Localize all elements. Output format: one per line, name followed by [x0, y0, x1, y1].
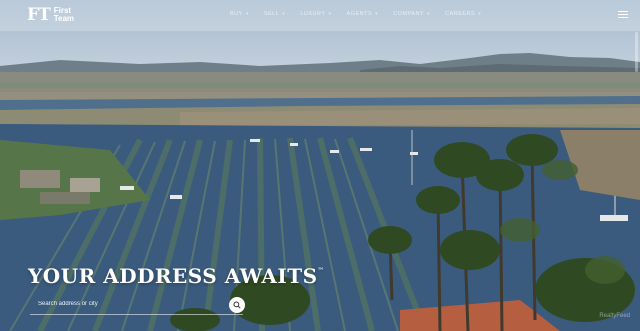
nav-label-agents: AGENTS	[346, 11, 373, 17]
nav-item-agents[interactable]: AGENTS ▾	[347, 11, 379, 17]
search-button[interactable]	[229, 297, 245, 313]
hamburger-line	[618, 17, 628, 18]
hamburger-line	[618, 14, 628, 15]
nav-label-luxury: LUXURY	[300, 11, 326, 17]
nav-label-sell: SELL	[263, 11, 280, 17]
logo-mark: FT	[27, 5, 51, 25]
nav-label-buy: BUY	[230, 11, 243, 17]
logo-wordmark: First Team	[54, 7, 74, 23]
first-team-logo[interactable]: FT First Team	[27, 6, 74, 24]
nav-item-luxury[interactable]: LUXURY ▾	[300, 11, 331, 17]
nav-item-careers[interactable]: CAREERS ▾	[445, 11, 481, 17]
trademark-symbol: ™	[317, 267, 325, 274]
watermark: RealtyFeed	[599, 313, 630, 319]
top-navigation-bar: FT First Team BUY ▾ SELL ▾ LUXURY ▾ AGEN…	[0, 0, 640, 31]
logo-line-2: Team	[53, 14, 75, 23]
hero-headline: YOUR ADDRESS AWAITS™	[28, 264, 324, 288]
page-scrollbar[interactable]	[634, 32, 638, 328]
chevron-down-icon: ▾	[328, 11, 332, 17]
main-menu: BUY ▾ SELL ▾ LUXURY ▾ AGENTS ▾ COMPANY ▾…	[230, 11, 496, 17]
nav-label-company: COMPANY	[393, 11, 425, 17]
nav-item-company[interactable]: COMPANY ▾	[393, 11, 430, 17]
magnifier-icon	[233, 301, 241, 309]
chevron-down-icon: ▾	[282, 11, 286, 17]
hamburger-line	[618, 11, 628, 12]
chevron-down-icon: ▾	[375, 11, 379, 17]
scrollbar-thumb[interactable]	[635, 32, 638, 72]
chevron-down-icon: ▾	[478, 11, 482, 17]
nav-label-careers: CAREERS	[445, 11, 476, 17]
nav-item-sell[interactable]: SELL ▾	[264, 11, 285, 17]
address-search-input[interactable]	[30, 297, 220, 311]
chevron-down-icon: ▾	[427, 11, 431, 17]
hero-headline-text: YOUR ADDRESS AWAITS	[28, 264, 318, 288]
nav-item-buy[interactable]: BUY ▾	[230, 11, 249, 17]
search-underline	[30, 314, 243, 315]
chevron-down-icon: ▾	[245, 11, 249, 17]
hamburger-icon[interactable]	[618, 11, 628, 19]
